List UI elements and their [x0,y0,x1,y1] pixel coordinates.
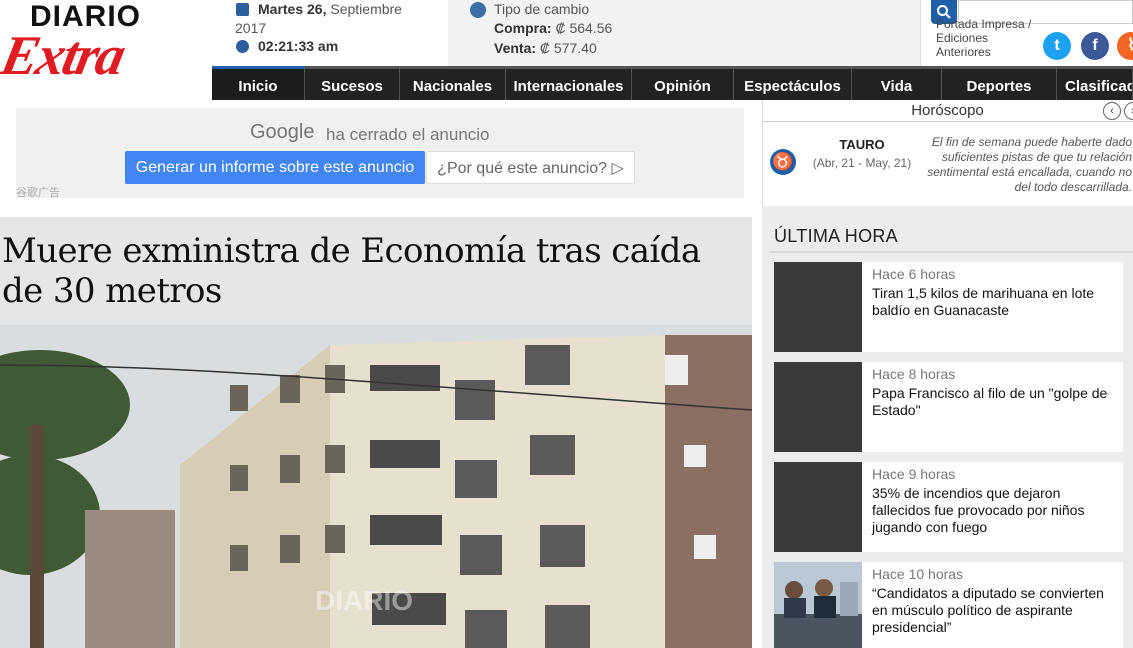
why-ad-button[interactable]: ¿Por qué este anuncio? ▷ [426,151,635,184]
rss-glyph: ⌇ [1127,37,1133,54]
exchange-title: Tipo de cambio [494,1,590,17]
time-display: 02:21:33 am [258,38,339,54]
ad-slot: Google ha cerrado el anuncio Generar un … [16,108,744,199]
twitter-glyph: t [1054,37,1060,54]
news-time: Hace 10 horas [872,566,964,582]
nav-vida[interactable]: Vida [852,66,942,100]
horoscope-text: El fin de semana puede haberte dado sufi… [927,135,1132,194]
news-item[interactable]: Hace 8 horas Papa Francisco al filo de u… [774,362,1123,452]
horoscope-dates: (Abr, 21 - May, 21) [812,156,912,170]
calendar-icon [236,3,249,16]
news-item[interactable]: Hace 9 horas 35% de incendios que dejaro… [774,462,1123,552]
news-item[interactable]: Hace 6 horas Tiran 1,5 kilos de marihuan… [774,262,1123,352]
date-month: Septiembre [330,1,402,17]
news-title[interactable]: Papa Francisco al filo de un "golpe de E… [872,385,1117,419]
news-thumbnail[interactable] [774,262,862,352]
main-nav: Inicio Sucesos Nacionales Internacionale… [212,66,1133,100]
report-ad-button[interactable]: Generar un informe sobre este anuncio [125,151,425,184]
nav-espectaculos[interactable]: Espectáculos [734,66,852,100]
article-headline[interactable]: Muere exministra de Economía tras caída … [2,231,750,311]
page-root: DIARIO Extra Martes 26, Septiembre 2017 … [0,0,1133,648]
news-title[interactable]: “Candidatos a diputado se convierten en … [872,585,1117,636]
exchange-sell-value: ₡ 577.40 [539,40,597,56]
nav-opinion[interactable]: Opinión [632,66,734,100]
logo-extra: Extra [0,25,130,87]
site-logo[interactable]: DIARIO Extra [0,0,212,100]
news-item[interactable]: Hace 10 horas “Candidatos a diputado se … [774,562,1123,648]
thumbnail-image [774,562,862,648]
ad-closed-text: ha cerrado el anuncio [326,125,490,144]
ad-label: 谷歌广告 [16,187,60,199]
photo-watermark: DIARIO [315,585,413,616]
ediciones-link[interactable]: Ediciones [936,31,1036,45]
date-year: 2017 [235,20,267,36]
nav-sucesos[interactable]: Sucesos [305,66,400,100]
exchange-sell: Venta: ₡ 577.40 [494,40,597,56]
twitter-icon[interactable]: t [1043,32,1071,60]
news-title[interactable]: 35% de incendios que dejaron fallecidos … [872,485,1117,536]
horoscope-sign: TAURO [839,137,885,152]
news-thumbnail[interactable] [774,462,862,552]
exchange-sell-label: Venta: [494,40,537,56]
news-thumbnail[interactable] [774,362,862,452]
horoscope-prev-button[interactable]: ‹ [1103,102,1121,120]
exchange-buy: Compra: ₡ 564.56 [494,20,612,36]
clock-icon [236,40,249,53]
date-weekday: Martes 26, [258,1,327,17]
nav-deportes[interactable]: Deportes [942,66,1057,100]
article-photo[interactable]: DIARIO [0,325,752,648]
google-logo: Google [250,121,315,143]
print-edition-link[interactable]: Portada Impresa / Ediciones Anteriores [936,17,1036,59]
date-line: Martes 26, Septiembre [258,1,402,17]
nav-internacionales[interactable]: Internacionales [506,66,632,100]
facebook-glyph: f [1092,37,1098,54]
exchange-buy-label: Compra: [494,20,552,36]
article-header: Muere exministra de Economía tras caída … [0,217,752,325]
news-time: Hace 8 horas [872,366,956,382]
building-photo: DIARIO [0,325,752,648]
latest-news-title: ÚLTIMA HORA [774,226,898,246]
anteriores-link[interactable]: Anteriores [936,45,1036,59]
coins-icon [470,2,486,18]
nav-nacionales[interactable]: Nacionales [400,66,506,100]
horoscope-title: Horóscopo [762,100,1133,122]
news-time: Hace 6 horas [872,266,956,282]
news-thumbnail[interactable] [774,562,862,648]
facebook-icon[interactable]: f [1081,32,1109,60]
nav-clasificados[interactable]: Clasificados [1057,66,1133,100]
portada-link[interactable]: Portada Impresa / [936,17,1036,31]
exchange-buy-value: ₡ 564.56 [555,20,613,36]
nav-inicio[interactable]: Inicio [212,66,305,100]
news-time: Hace 9 horas [872,466,956,482]
news-title[interactable]: Tiran 1,5 kilos de marihuana en lote bal… [872,285,1117,319]
latest-news-divider [770,251,1133,253]
taurus-icon: ♉ [770,149,796,175]
